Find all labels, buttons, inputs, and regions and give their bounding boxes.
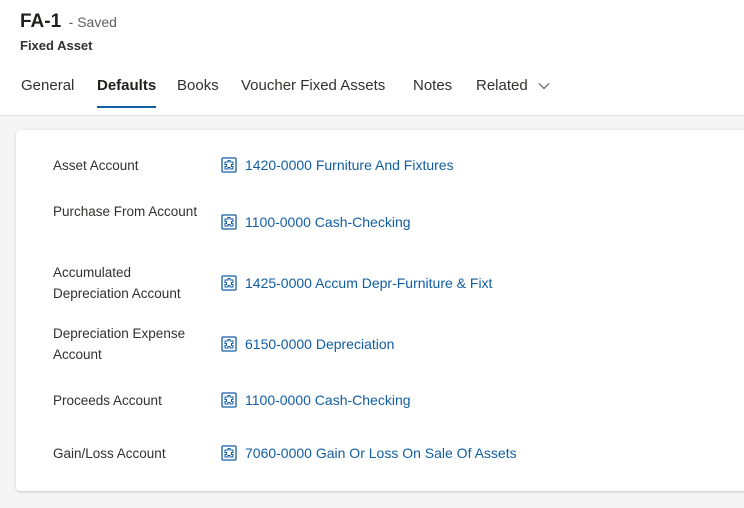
tab-books[interactable]: Books: [177, 76, 219, 96]
tab-related[interactable]: Related: [476, 76, 550, 96]
accumulated-depreciation-account-lookup[interactable]: 1425-0000 Accum Depr-Furniture & Fixt: [221, 275, 492, 291]
chevron-down-icon: [538, 83, 550, 90]
record-header: FA-1 - Saved Fixed Asset General Default…: [0, 0, 744, 116]
proceeds-account-value: 1100-0000 Cash-Checking: [245, 392, 411, 408]
gain-loss-account-value: 7060-0000 Gain Or Loss On Sale Of Assets: [245, 445, 517, 461]
entity-name: Fixed Asset: [20, 38, 93, 53]
accumulated-depreciation-account-label: Accumulated Depreciation Account: [53, 265, 181, 301]
purchase-from-account-label: Purchase From Account: [53, 204, 198, 219]
asset-account-label: Asset Account: [53, 158, 139, 173]
title-row: FA-1 - Saved: [20, 11, 117, 33]
tab-notes[interactable]: Notes: [413, 76, 452, 96]
asset-account-value: 1420-0000 Furniture And Fixtures: [245, 157, 454, 173]
lookup-record-icon: [221, 392, 237, 408]
tab-general[interactable]: General: [21, 76, 74, 96]
depreciation-expense-account-label: Depreciation Expense Account: [53, 326, 186, 362]
tab-defaults[interactable]: Defaults: [97, 76, 157, 108]
asset-account-lookup[interactable]: 1420-0000 Furniture And Fixtures: [221, 157, 454, 173]
gain-loss-account-label: Gain/Loss Account: [53, 446, 166, 461]
purchase-from-account-lookup[interactable]: 1100-0000 Cash-Checking: [221, 214, 411, 230]
defaults-section: Asset Account 1420-0000 Furniture And Fi…: [16, 130, 744, 491]
save-status: - Saved: [68, 14, 117, 30]
purchase-from-account-value: 1100-0000 Cash-Checking: [245, 214, 411, 230]
lookup-record-icon: [221, 336, 237, 352]
gain-loss-account-lookup[interactable]: 7060-0000 Gain Or Loss On Sale Of Assets: [221, 445, 517, 461]
proceeds-account-label: Proceeds Account: [53, 393, 162, 408]
record-title: FA-1: [20, 11, 62, 32]
depreciation-expense-account-lookup[interactable]: 6150-0000 Depreciation: [221, 336, 394, 352]
depreciation-expense-account-value: 6150-0000 Depreciation: [245, 336, 395, 352]
lookup-record-icon: [221, 275, 237, 291]
lookup-record-icon: [221, 214, 237, 230]
lookup-record-icon: [221, 445, 237, 461]
accumulated-depreciation-account-value: 1425-0000 Accum Depr-Furniture & Fixt: [245, 275, 493, 291]
proceeds-account-lookup[interactable]: 1100-0000 Cash-Checking: [221, 392, 411, 408]
tab-voucher-fixed-assets[interactable]: Voucher Fixed Assets: [241, 76, 385, 96]
tab-related-label: Related: [476, 77, 528, 94]
lookup-record-icon: [221, 157, 237, 173]
